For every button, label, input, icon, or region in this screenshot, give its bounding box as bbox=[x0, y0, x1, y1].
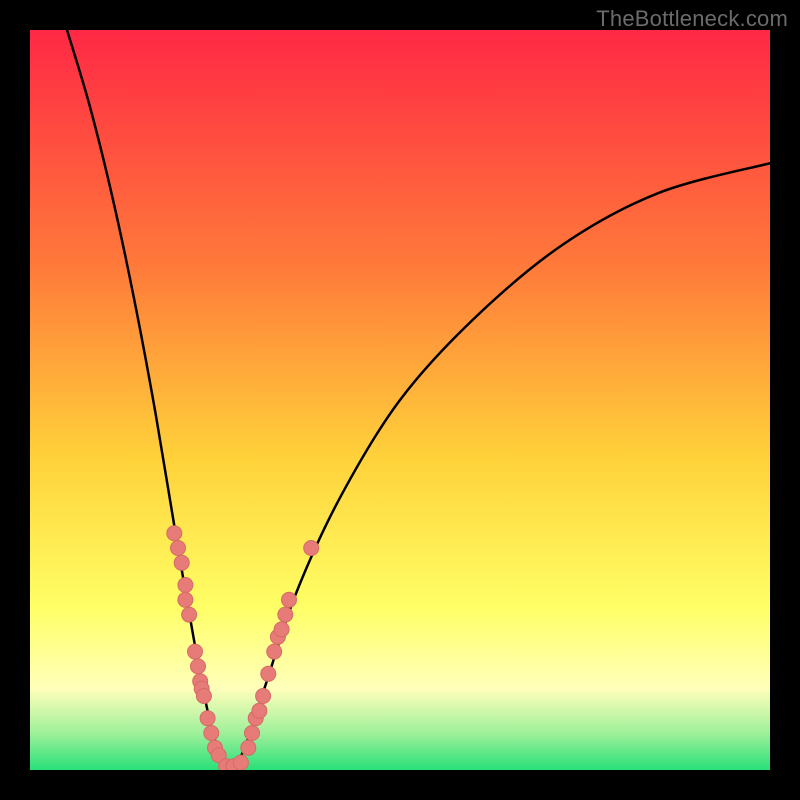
scatter-dot bbox=[278, 607, 293, 622]
scatter-dot bbox=[178, 578, 193, 593]
scatter-dot bbox=[196, 689, 211, 704]
plot-area bbox=[30, 30, 770, 770]
watermark-text: TheBottleneck.com bbox=[596, 6, 788, 32]
scatter-dot bbox=[182, 607, 197, 622]
curve-layer bbox=[30, 30, 770, 770]
scatter-dot bbox=[167, 526, 182, 541]
scatter-dots bbox=[167, 526, 319, 770]
chart-stage: TheBottleneck.com bbox=[0, 0, 800, 800]
scatter-dot bbox=[256, 689, 271, 704]
scatter-dot bbox=[233, 755, 248, 770]
scatter-dot bbox=[304, 541, 319, 556]
scatter-dot bbox=[252, 703, 267, 718]
scatter-dot bbox=[282, 592, 297, 607]
scatter-dot bbox=[188, 644, 203, 659]
scatter-dot bbox=[190, 659, 205, 674]
scatter-dot bbox=[178, 592, 193, 607]
scatter-dot bbox=[241, 740, 256, 755]
scatter-dot bbox=[245, 726, 260, 741]
scatter-dot bbox=[200, 711, 215, 726]
scatter-dot bbox=[171, 541, 186, 556]
scatter-dot bbox=[174, 555, 189, 570]
scatter-dot bbox=[267, 644, 282, 659]
scatter-dot bbox=[204, 726, 219, 741]
scatter-dot bbox=[261, 666, 276, 681]
bottleneck-curve bbox=[67, 30, 770, 770]
scatter-dot bbox=[274, 622, 289, 637]
